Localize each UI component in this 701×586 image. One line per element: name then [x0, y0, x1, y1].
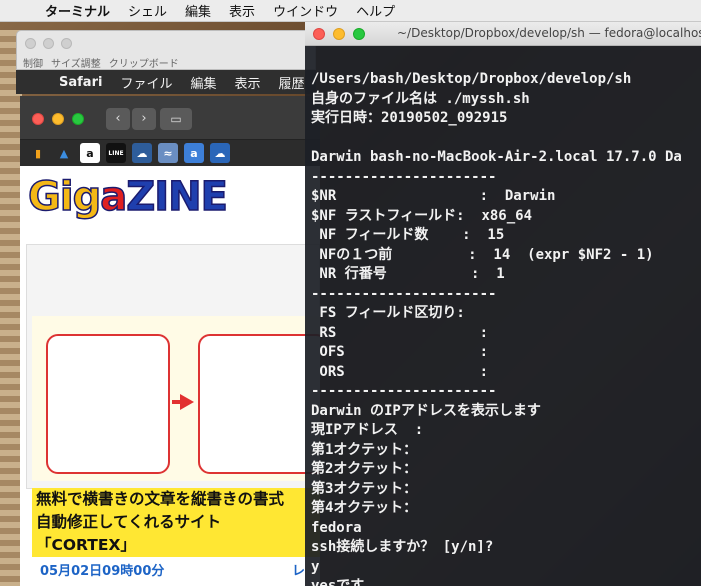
close-button[interactable]: [313, 28, 325, 40]
cloud-icon[interactable]: ☁: [132, 143, 152, 163]
tool-resize[interactable]: サイズ調整: [51, 55, 101, 70]
amazon-icon[interactable]: a: [80, 143, 100, 163]
terminal-line: 実行日時：20190502_092915: [311, 110, 508, 126]
gigazine-logo[interactable]: GigaZINE: [27, 173, 228, 221]
safari-window[interactable]: ‹ › ▭ ▮ ▲ a LINE ☁ ≈ a ☁ GigaZINE 無料で横書き…: [20, 96, 320, 586]
arrow-right-icon: [180, 394, 194, 410]
zoom-button[interactable]: [72, 113, 84, 125]
line-icon[interactable]: LINE: [106, 143, 126, 163]
menu-item-view[interactable]: 表示: [220, 1, 264, 20]
menu-item-shell[interactable]: シェル: [119, 1, 176, 20]
favorites-bar: ▮ ▲ a LINE ☁ ≈ a ☁: [20, 140, 320, 166]
terminal-line: Darwin のIPアドレスを表示します: [311, 402, 541, 419]
after-card: [198, 334, 320, 474]
terminal-line: ORS :: [311, 363, 489, 380]
forward-icon[interactable]: ›: [132, 108, 156, 130]
menu-item-window[interactable]: ウインドウ: [264, 1, 347, 20]
tool-clipboard[interactable]: クリップボード: [109, 55, 179, 70]
zoom-button[interactable]: [353, 28, 365, 40]
terminal-line: NF フィールド数 : 15: [311, 227, 505, 243]
terminal-line: /Users/bash/Desktop/Dropbox/develop/sh: [311, 71, 632, 87]
article-date: 05月02日09時00分: [40, 564, 165, 579]
cloud-icon[interactable]: ☁: [210, 143, 230, 163]
system-menubar: ターミナル シェル 編集 表示 ウインドウ ヘルプ: [0, 0, 701, 22]
terminal-line: 第2オクテット：: [311, 461, 418, 477]
terminal-line: ----------------------: [311, 285, 497, 302]
menu-item-edit[interactable]: 編集: [176, 1, 220, 20]
terminal-line: 第1オクテット：: [311, 441, 418, 458]
desktop-wood-pattern: [0, 30, 22, 586]
terminal-line: RS :: [311, 324, 489, 341]
terminal-line: ssh接続しますか？ [y/n]?: [311, 539, 494, 555]
terminal-line: y: [311, 558, 320, 575]
safari-menubar: Safari ファイル 編集 表示 履歴: [16, 70, 316, 94]
terminal-line: $NF ラストフィールド: x86_64: [311, 207, 533, 224]
safari-menu-edit[interactable]: 編集: [181, 73, 225, 92]
terminal-line: 現IPアドレス :: [311, 422, 424, 438]
terminal-line: NFの１つ前 : 14 (expr $NF2 - 1): [311, 246, 654, 263]
terminal-line: $NR : Darwin: [311, 188, 556, 204]
safari-menu-app[interactable]: Safari: [50, 75, 111, 90]
next-article-link[interactable]: レ: [292, 560, 305, 579]
safari-menu-view[interactable]: 表示: [225, 73, 269, 92]
safari-titlebar: ‹ › ▭: [20, 96, 320, 140]
terminal-window[interactable]: ~/Desktop/Dropbox/develop/sh — fedora@lo…: [305, 22, 701, 586]
before-card: [46, 334, 170, 474]
minimize-button[interactable]: [52, 113, 64, 125]
terminal-line: fedora: [311, 519, 362, 536]
terminal-line: NR 行番号 : 1: [311, 266, 505, 282]
drive-icon[interactable]: ▲: [54, 143, 74, 163]
terminal-line: OFS :: [311, 344, 489, 360]
amazon-icon[interactable]: a: [184, 143, 204, 163]
terminal-output[interactable]: /Users/bash/Desktop/Dropbox/develop/sh 自身…: [311, 70, 701, 586]
terminal-line: 自身のファイル名は ./myssh.sh: [311, 90, 530, 107]
terminal-line: 第3オクテット：: [311, 480, 418, 497]
article-headline[interactable]: 無料で横書きの文章を縦書きの書式 自動修正してくれるサイト 「CORTEX」: [32, 488, 320, 557]
minimize-button[interactable]: [333, 28, 345, 40]
terminal-line: ----------------------: [311, 168, 497, 185]
chart-icon[interactable]: ▮: [28, 143, 48, 163]
window-controls: [25, 38, 72, 49]
terminal-line: yesです: [311, 578, 365, 586]
terminal-line: ----------------------: [311, 383, 497, 399]
terminal-titlebar: ~/Desktop/Dropbox/develop/sh — fedora@lo…: [305, 22, 701, 46]
zoom-button[interactable]: [61, 38, 72, 49]
menu-app-name[interactable]: ターミナル: [36, 1, 119, 20]
terminal-line: FS フィールド区切り:: [311, 305, 465, 321]
close-button[interactable]: [32, 113, 44, 125]
wifi-icon[interactable]: ≈: [158, 143, 178, 163]
close-button[interactable]: [25, 38, 36, 49]
terminal-line: 第4オクテット：: [311, 500, 418, 516]
terminal-title: ~/Desktop/Dropbox/develop/sh — fedora@lo…: [397, 26, 701, 40]
sidebar-icon[interactable]: ▭: [160, 108, 192, 130]
tool-control[interactable]: 制御: [23, 55, 43, 70]
back-icon[interactable]: ‹: [106, 108, 130, 130]
menu-item-help[interactable]: ヘルプ: [347, 1, 404, 20]
minimize-button[interactable]: [43, 38, 54, 49]
article-screenshot: [32, 316, 320, 481]
safari-menu-file[interactable]: ファイル: [111, 73, 181, 92]
terminal-line: Darwin bash-no-MacBook-Air-2.local 17.7.…: [311, 149, 682, 165]
clipboard-window[interactable]: 制御 サイズ調整 クリップボード: [16, 30, 316, 70]
